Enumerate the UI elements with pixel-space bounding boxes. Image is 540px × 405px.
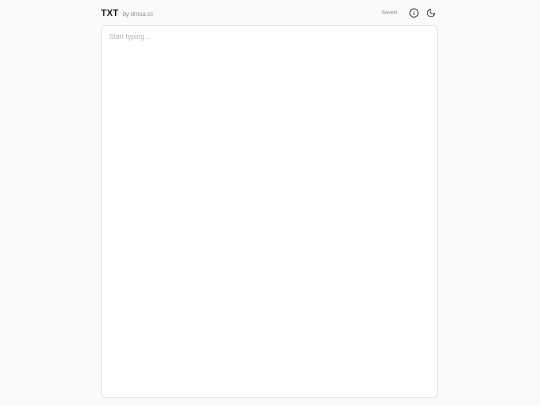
app-title: TXT: [101, 8, 119, 18]
moon-icon: [426, 8, 436, 18]
app-window: TXT by drosa.cc Saved: [0, 0, 540, 405]
save-status: Saved: [381, 10, 397, 16]
author-link[interactable]: by drosa.cc: [123, 12, 154, 18]
info-button[interactable]: [407, 6, 421, 20]
theme-toggle-button[interactable]: [424, 6, 438, 20]
header-actions: Saved: [381, 6, 438, 20]
brand: TXT by drosa.cc: [101, 8, 153, 18]
editor-panel: [101, 25, 438, 398]
header: TXT by drosa.cc Saved: [101, 5, 438, 21]
info-icon: [409, 8, 419, 18]
editor-textarea[interactable]: [102, 26, 437, 397]
